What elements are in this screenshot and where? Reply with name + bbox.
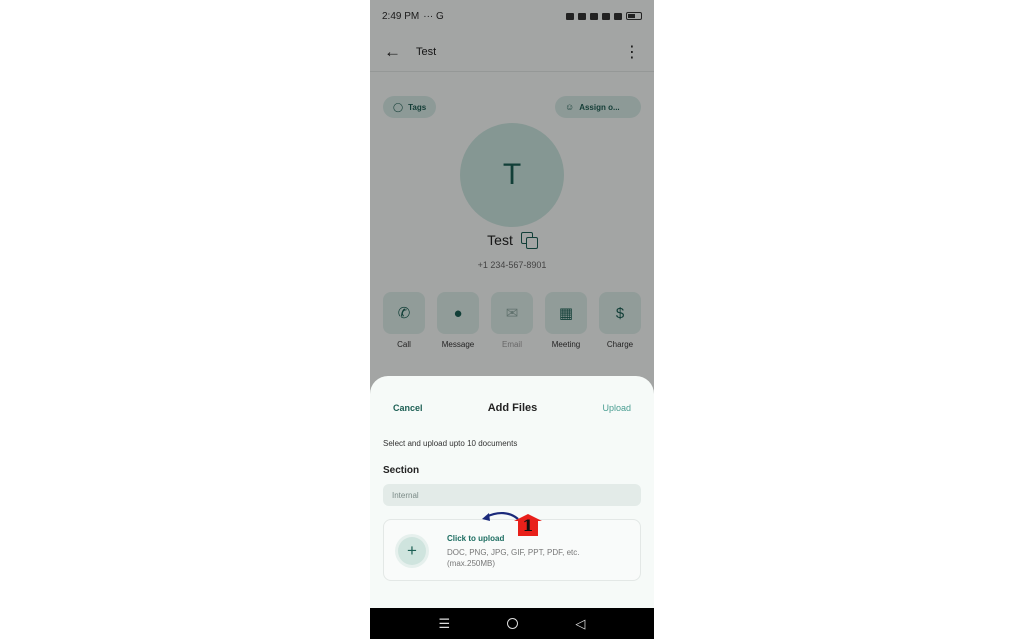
sheet-header: Cancel Add Files Upload <box>370 400 654 416</box>
system-nav-bar: ☰ ◁ <box>370 608 654 639</box>
section-label: Section <box>383 465 420 476</box>
home-circle-icon[interactable] <box>507 618 519 629</box>
menu-icon[interactable]: ☰ <box>439 616 451 632</box>
upload-dropzone[interactable]: + Click to upload DOC, PNG, JPG, GIF, PP… <box>383 519 641 581</box>
section-select-value: Internal <box>392 490 419 500</box>
annotation-marker: 1 <box>514 514 542 536</box>
cancel-button[interactable]: Cancel <box>393 403 423 413</box>
upload-hint: DOC, PNG, JPG, GIF, PPT, PDF, etc. (max.… <box>447 548 580 568</box>
add-files-sheet: Cancel Add Files Upload Select and uploa… <box>370 376 654 608</box>
click-to-upload-link[interactable]: Click to upload <box>447 534 504 543</box>
annotation-number: 1 <box>522 515 534 535</box>
plus-icon[interactable]: + <box>398 537 426 565</box>
sheet-title: Add Files <box>487 402 538 414</box>
section-select[interactable]: Internal <box>383 484 641 506</box>
upload-button[interactable]: Upload <box>602 403 631 413</box>
back-triangle-icon[interactable]: ◁ <box>575 616 585 632</box>
sheet-description: Select and upload upto 10 documents <box>383 439 518 448</box>
phone-screen: 2:49 PM ··· G ← Test ⋮ ◯ Tags ☺ Assign o… <box>370 0 654 639</box>
